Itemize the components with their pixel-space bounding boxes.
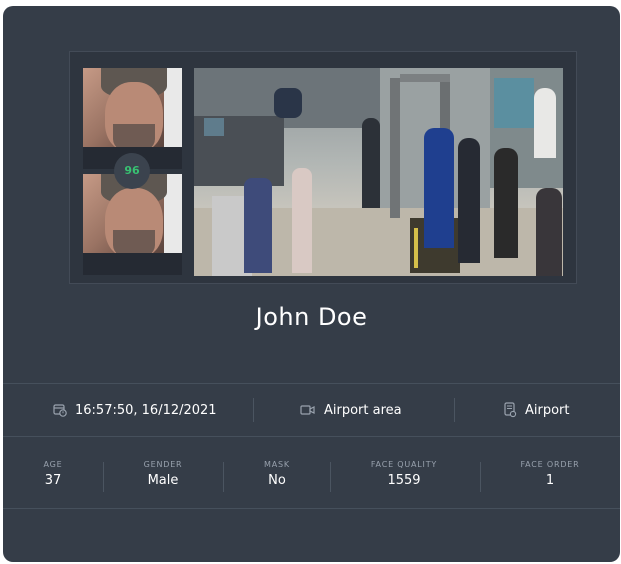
divider: [223, 462, 224, 492]
stat-face-quality: FACE QUALITY 1559: [340, 460, 468, 488]
stat-value: 37: [44, 473, 62, 488]
timestamp-text: 16:57:50, 16/12/2021: [75, 402, 217, 418]
divider: [330, 462, 331, 492]
stat-gender: GENDER Male: [113, 460, 213, 488]
camera-info[interactable]: Airport area: [300, 384, 402, 436]
stat-face-order: FACE ORDER 1: [490, 460, 610, 488]
camera-frame-image[interactable]: [194, 68, 563, 276]
divider: [3, 508, 620, 509]
stat-value: Male: [147, 473, 179, 488]
detection-card: 96 John Doe 16:57:50, 16/12/2021 Airport…: [3, 6, 620, 562]
divider: [480, 462, 481, 492]
timestamp-info: 16:57:50, 16/12/2021: [53, 384, 217, 436]
divider: [454, 398, 455, 422]
camera-text: Airport area: [324, 402, 402, 418]
stat-label: GENDER: [143, 460, 183, 469]
divider: [3, 436, 620, 437]
stat-mask: MASK No: [233, 460, 321, 488]
stat-value: 1: [545, 473, 555, 488]
stats-row: AGE 37 GENDER Male MASK No FACE QUALITY …: [3, 438, 620, 508]
stat-label: FACE ORDER: [520, 460, 580, 469]
info-row: 16:57:50, 16/12/2021 Airport area Airpor…: [3, 384, 620, 436]
stat-value: 1559: [387, 473, 421, 488]
stat-label: AGE: [43, 460, 63, 469]
divider: [103, 462, 104, 492]
stat-label: FACE QUALITY: [370, 460, 438, 469]
media-panel: 96: [69, 51, 577, 284]
divider: [253, 398, 254, 422]
location-pin-icon: [504, 402, 517, 418]
camera-icon: [300, 405, 315, 415]
stat-age: AGE 37: [23, 460, 83, 488]
person-name: John Doe: [255, 303, 368, 331]
location-text: Airport: [525, 402, 570, 418]
match-score-badge: 96: [114, 153, 150, 189]
calendar-clock-icon: [53, 404, 67, 417]
stat-label: MASK: [264, 460, 290, 469]
detected-face-image[interactable]: [83, 174, 182, 275]
location-info[interactable]: Airport: [503, 384, 570, 436]
stat-value: No: [268, 473, 286, 488]
